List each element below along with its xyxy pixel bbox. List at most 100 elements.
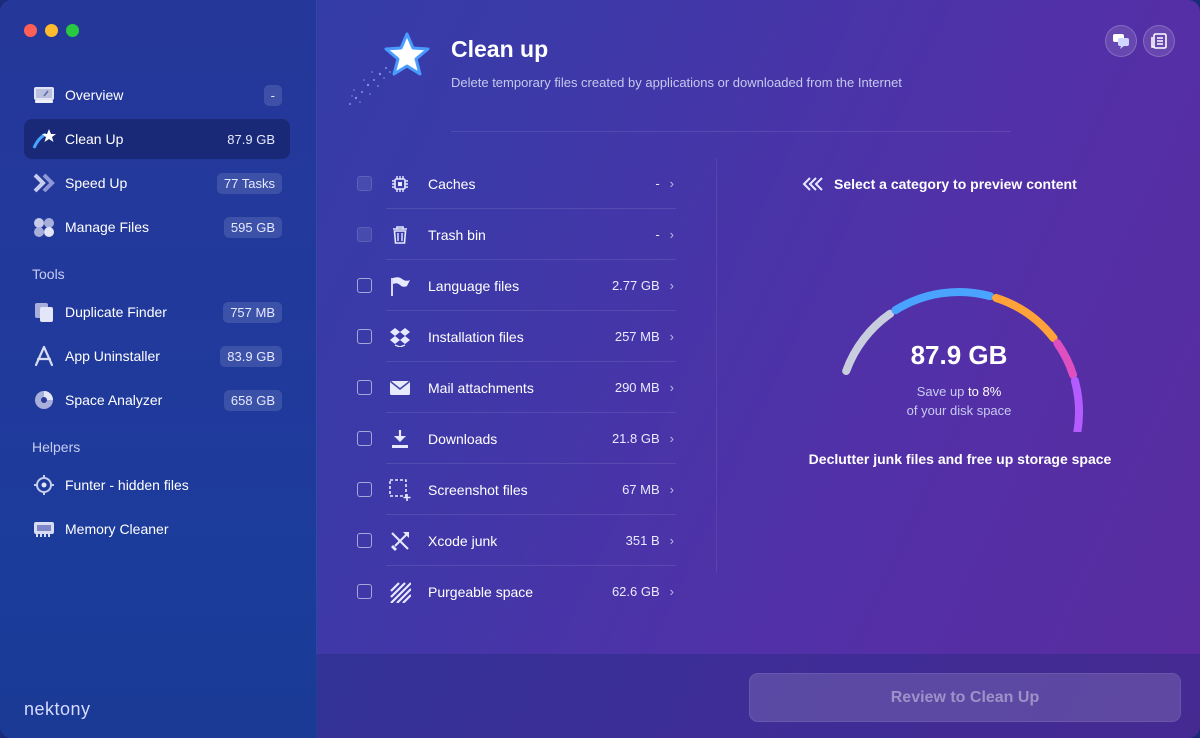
close-window-button[interactable]: [24, 24, 37, 37]
sidebar-item-clean-up[interactable]: Clean Up 87.9 GB: [24, 119, 290, 159]
category-label: Language files: [428, 277, 520, 294]
app-uninstaller-icon: [32, 344, 56, 368]
category-checkbox[interactable]: [357, 380, 372, 395]
sidebar-item-label: Overview: [65, 87, 124, 103]
screenshot-icon: [388, 478, 412, 502]
category-row-trash-bin[interactable]: Trash bin - ›: [346, 209, 676, 260]
sidebar-item-badge: 658 GB: [223, 389, 282, 411]
category-size: -: [655, 227, 660, 242]
declutter-text: Declutter junk files and free up storage…: [808, 451, 1112, 467]
category-size: 62.6 GB: [611, 584, 660, 599]
preview-hint-text: Select a category to preview content: [834, 176, 1077, 192]
memory-cleaner-icon: [32, 517, 56, 541]
sidebar-item-badge: 595 GB: [223, 216, 282, 238]
category-row-installation-files[interactable]: Installation files 257 MB ›: [346, 311, 676, 362]
sidebar-item-manage-files[interactable]: Manage Files 595 GB: [24, 207, 290, 247]
category-size: 2.77 GB: [611, 278, 660, 293]
sidebar-item-label: Manage Files: [65, 219, 150, 235]
sidebar-item-label: Clean Up: [65, 131, 124, 147]
chevron-right-icon[interactable]: ›: [670, 380, 674, 395]
category-checkbox[interactable]: [357, 584, 372, 599]
chevron-right-icon[interactable]: ›: [670, 482, 674, 497]
chevron-right-icon[interactable]: ›: [670, 533, 674, 548]
sidebar-item-label: App Uninstaller: [65, 348, 160, 364]
sidebar-item-memory-cleaner[interactable]: Memory Cleaner: [24, 509, 290, 549]
sidebar-item-app-uninstaller[interactable]: App Uninstaller 83.9 GB: [24, 336, 290, 376]
sidebar-item-badge: 77 Tasks: [216, 172, 282, 194]
hammer-icon: [388, 529, 412, 553]
save-up-text: Save up to 8%: [916, 384, 1002, 399]
category-checkbox[interactable]: [357, 278, 372, 293]
flag-icon: [388, 274, 412, 298]
trash-icon: [388, 223, 412, 247]
sidebar-item-badge: -: [263, 84, 282, 106]
chevron-right-icon[interactable]: ›: [670, 584, 674, 599]
category-row-mail-attachments[interactable]: Mail attachments 290 MB ›: [346, 362, 676, 413]
category-checkbox[interactable]: [357, 227, 372, 242]
space-analyzer-icon: [32, 388, 56, 412]
chevron-right-icon[interactable]: ›: [670, 278, 674, 293]
sidebar-item-badge: 87.9 GB: [227, 131, 275, 147]
category-label: Downloads: [428, 430, 498, 447]
sidebar-item-label: Speed Up: [65, 175, 128, 191]
category-label: Trash bin: [428, 226, 486, 243]
preview-hint: Select a category to preview content: [800, 176, 1077, 192]
sidebar-item-badge: 83.9 GB: [220, 345, 282, 367]
category-row-downloads[interactable]: Downloads 21.8 GB ›: [346, 413, 676, 464]
category-label: Mail attachments: [428, 379, 534, 396]
category-size: 67 MB: [622, 482, 660, 497]
sidebar-item-duplicate-finder[interactable]: Duplicate Finder 757 MB: [24, 292, 290, 332]
review-to-clean-up-button[interactable]: Review to Clean Up: [749, 673, 1181, 722]
category-size: 290 MB: [614, 380, 660, 395]
sidebar-item-speed-up[interactable]: Speed Up 77 Tasks: [24, 163, 290, 203]
category-row-purgeable-space[interactable]: Purgeable space 62.6 GB ›: [346, 566, 676, 617]
news-button[interactable]: [1143, 25, 1175, 57]
disk-space-text: of your disk space: [906, 403, 1012, 418]
purgeable-icon: [388, 580, 412, 604]
sidebar-item-space-analyzer[interactable]: Space Analyzer 658 GB: [24, 380, 290, 420]
category-checkbox[interactable]: [357, 533, 372, 548]
chevron-right-icon[interactable]: ›: [670, 431, 674, 446]
overview-icon: [32, 83, 56, 107]
category-label: Installation files: [428, 328, 524, 345]
category-label: Caches: [428, 175, 476, 192]
category-row-xcode-junk[interactable]: Xcode junk 351 B ›: [346, 515, 676, 566]
page-subtitle: Delete temporary files created by applic…: [451, 75, 902, 90]
chip-icon: [388, 172, 412, 196]
category-label: Purgeable space: [428, 583, 534, 600]
zoom-window-button[interactable]: [66, 24, 79, 37]
category-size: -: [655, 176, 660, 191]
manage-files-icon: [32, 215, 56, 239]
category-row-caches[interactable]: Caches - ›: [346, 158, 676, 209]
category-checkbox[interactable]: [357, 431, 372, 446]
mail-icon: [388, 376, 412, 400]
category-checkbox[interactable]: [357, 482, 372, 497]
category-size: 351 B: [625, 533, 660, 548]
tools-heading: Tools: [32, 266, 65, 282]
category-label: Screenshot files: [428, 481, 528, 498]
sidebar-item-label: Memory Cleaner: [65, 521, 169, 537]
sidebar-item-funter[interactable]: Funter - hidden files: [24, 465, 290, 505]
sidebar-item-overview[interactable]: Overview -: [24, 75, 290, 115]
chevron-right-icon[interactable]: ›: [670, 176, 674, 191]
sidebar-item-label: Duplicate Finder: [65, 304, 167, 320]
category-checkbox[interactable]: [357, 176, 372, 191]
clean-up-star-icon: [349, 32, 430, 105]
duplicate-finder-icon: [32, 300, 56, 324]
category-checkbox[interactable]: [357, 329, 372, 344]
minimize-window-button[interactable]: [45, 24, 58, 37]
cleanable-size: 87.9 GB: [910, 340, 1008, 370]
gauge-segment: [891, 288, 995, 315]
panel-divider: [716, 158, 717, 573]
header-divider: [451, 131, 1011, 132]
funter-icon: [32, 473, 56, 497]
chevron-right-icon[interactable]: ›: [670, 329, 674, 344]
nektony-logo: nektony: [24, 699, 91, 719]
sidebar-item-label: Space Analyzer: [65, 392, 163, 408]
category-row-language-files[interactable]: Language files 2.77 GB ›: [346, 260, 676, 311]
sidebar-item-badge: 757 MB: [223, 301, 282, 323]
category-row-screenshot-files[interactable]: Screenshot files 67 MB ›: [346, 464, 676, 515]
chevron-right-icon[interactable]: ›: [670, 227, 674, 242]
news-icon: [1151, 33, 1167, 49]
chat-button[interactable]: [1105, 25, 1137, 57]
